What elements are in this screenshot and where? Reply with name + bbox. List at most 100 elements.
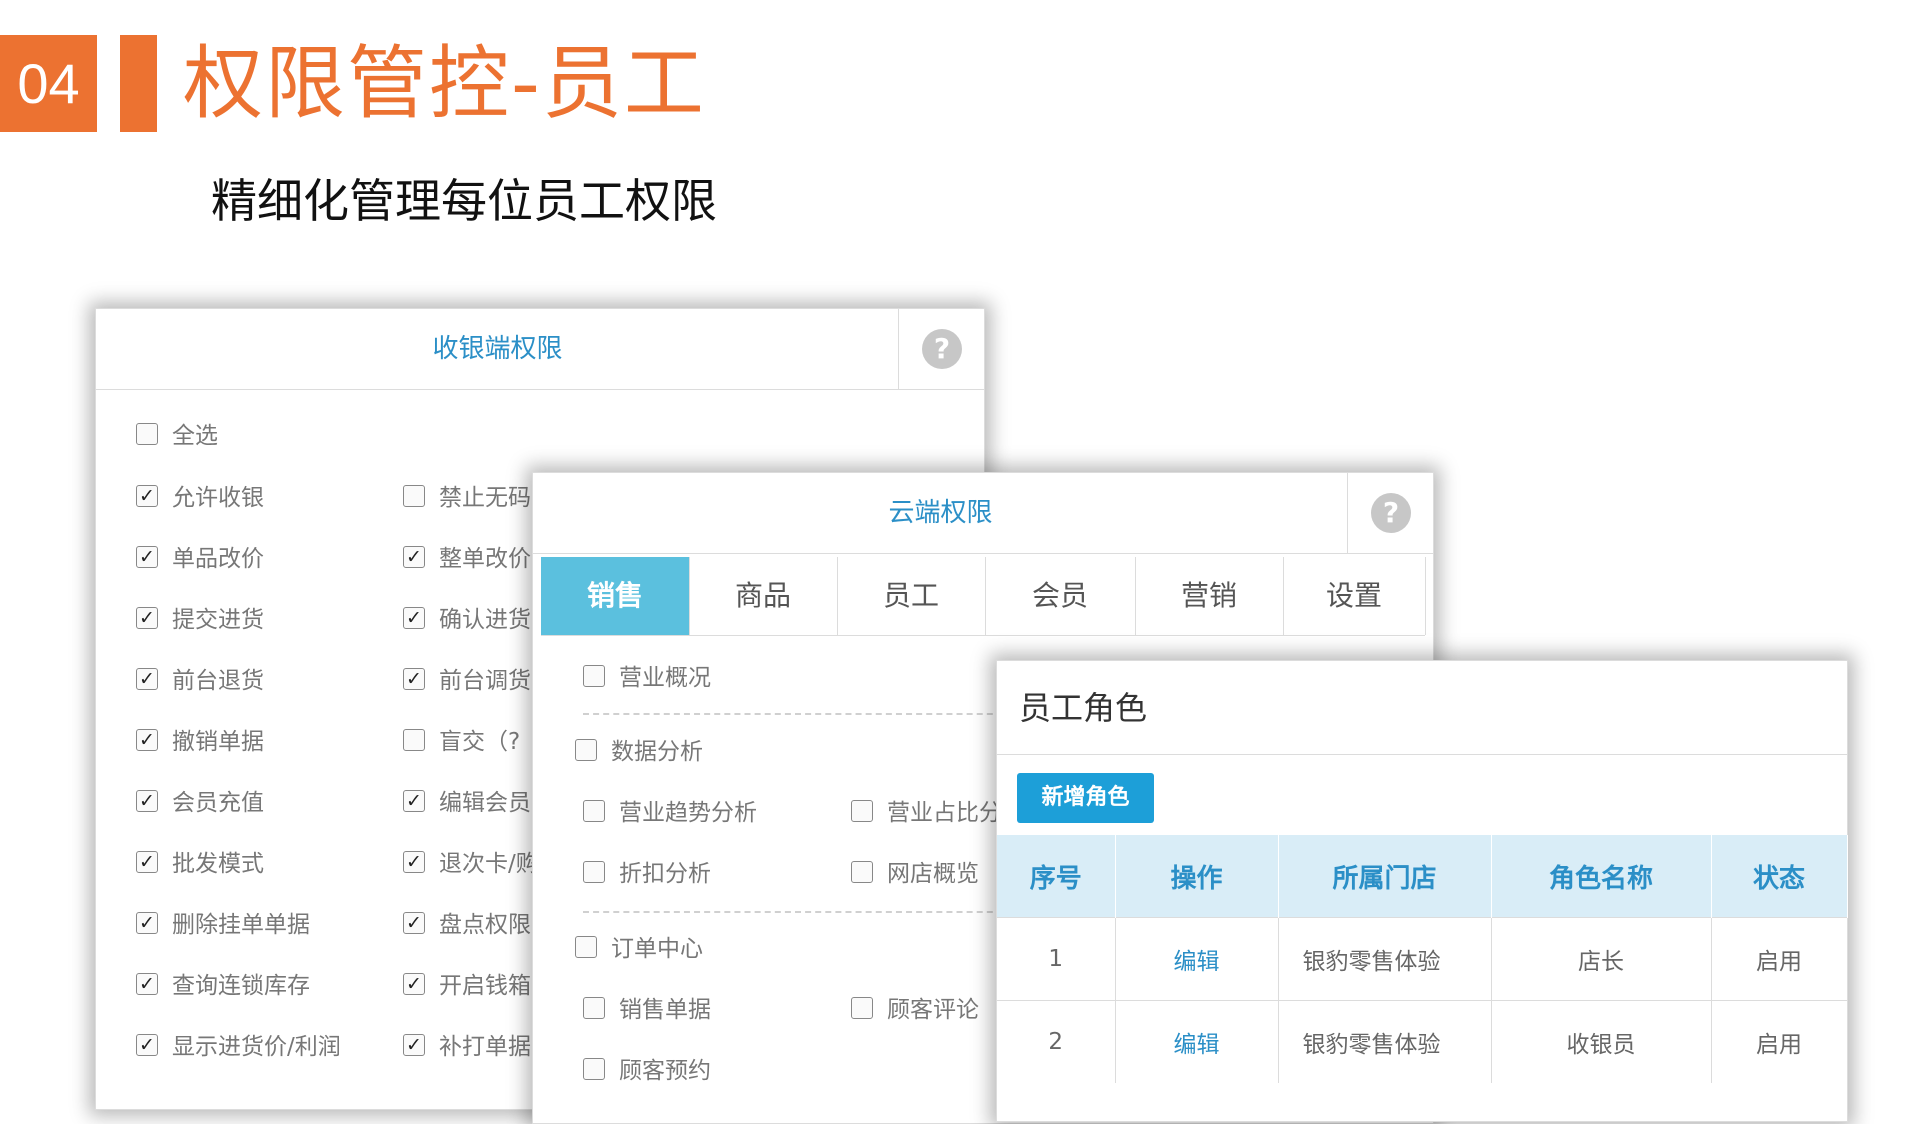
- checkbox-label: 查询连锁库存: [172, 973, 310, 999]
- checkbox-permission[interactable]: ✓ 确认进货: [403, 603, 531, 637]
- checkbox-checked-icon[interactable]: ✓: [403, 545, 425, 568]
- checkbox-permission[interactable]: ✓ 允许收银: [136, 481, 264, 515]
- checkbox-shop-overview[interactable]: 网店概览: [851, 857, 979, 891]
- checkbox-checked-icon[interactable]: ✓: [136, 850, 158, 873]
- cell-status: 启用: [1711, 917, 1848, 1001]
- checkbox-permission[interactable]: ✓ 前台调货: [403, 664, 531, 698]
- tab-1[interactable]: 商品: [689, 557, 838, 635]
- accent-bar: [120, 35, 157, 132]
- checkbox-label: 订单中心: [611, 936, 703, 962]
- checkbox-checked-icon[interactable]: ✓: [136, 911, 158, 934]
- checkbox-icon[interactable]: [583, 799, 605, 822]
- checkbox-permission[interactable]: ✓ 补打单据: [403, 1030, 531, 1064]
- edit-link[interactable]: 编辑: [1115, 1000, 1279, 1083]
- checkbox-permission[interactable]: ✓ 会员充值: [136, 786, 264, 820]
- checkbox-label: 折扣分析: [619, 861, 711, 887]
- help-icon[interactable]: ?: [922, 329, 962, 369]
- checkbox-permission[interactable]: ✓ 退次卡/购: [403, 847, 539, 881]
- checkbox-permission[interactable]: ✓ 提交进货: [136, 603, 264, 637]
- tab-4[interactable]: 营销: [1135, 557, 1284, 635]
- checkbox-label: 盲交（?: [439, 729, 521, 755]
- checkbox-checked-icon[interactable]: ✓: [403, 972, 425, 995]
- cloud-panel-header: 云端权限 ?: [533, 473, 1433, 554]
- tab-3[interactable]: 会员: [985, 557, 1136, 635]
- checkbox-icon[interactable]: [583, 664, 605, 687]
- checkbox-checked-icon[interactable]: ✓: [136, 728, 158, 751]
- checkbox-permission[interactable]: ✓ 单品改价: [136, 542, 264, 576]
- checkbox-permission[interactable]: 盲交（?: [403, 725, 520, 759]
- checkbox-icon[interactable]: [851, 996, 873, 1019]
- checkbox-data-analysis[interactable]: 数据分析: [575, 735, 703, 769]
- checkbox-icon[interactable]: [403, 728, 425, 751]
- checkbox-overview[interactable]: 营业概况: [583, 661, 711, 695]
- checkbox-label: 批发模式: [172, 851, 264, 877]
- checkbox-permission[interactable]: ✓ 显示进货价/利润: [136, 1030, 341, 1064]
- checkbox-label: 允许收银: [172, 485, 264, 511]
- checkbox-label: 开启钱箱: [439, 973, 531, 999]
- checkbox-revenue-ratio[interactable]: 营业占比分: [851, 796, 1002, 830]
- checkbox-icon[interactable]: [575, 935, 597, 958]
- add-role-button[interactable]: 新增角色: [1017, 773, 1154, 823]
- checkbox-icon[interactable]: [851, 860, 873, 883]
- checkbox-icon[interactable]: [583, 996, 605, 1019]
- checkbox-select-all[interactable]: 全选: [136, 419, 218, 453]
- checkbox-icon[interactable]: [583, 1057, 605, 1080]
- tab-2[interactable]: 员工: [837, 557, 986, 635]
- checkbox-icon[interactable]: [403, 484, 425, 507]
- checkbox-icon[interactable]: [851, 799, 873, 822]
- checkbox-checked-icon[interactable]: ✓: [136, 789, 158, 812]
- checkbox-permission[interactable]: ✓ 批发模式: [136, 847, 264, 881]
- checkbox-permission[interactable]: ✓ 撤销单据: [136, 725, 264, 759]
- cloud-tab-bar: 销售 商品 员工 会员 营销 设置: [541, 557, 1426, 636]
- checkbox-checked-icon[interactable]: ✓: [403, 911, 425, 934]
- checkbox-discount-analysis[interactable]: 折扣分析: [583, 857, 711, 891]
- checkbox-customer-reviews[interactable]: 顾客评论: [851, 993, 979, 1027]
- checkbox-label: 删除挂单单据: [172, 912, 310, 938]
- checkbox-checked-icon[interactable]: ✓: [136, 545, 158, 568]
- cloud-help-area[interactable]: ?: [1347, 473, 1433, 553]
- roles-panel-title: 员工角色: [1019, 689, 1148, 727]
- checkbox-checked-icon[interactable]: ✓: [403, 850, 425, 873]
- checkbox-permission[interactable]: ✓ 开启钱箱: [403, 969, 531, 1003]
- checkbox-checked-icon[interactable]: ✓: [136, 972, 158, 995]
- cashier-help-area[interactable]: ?: [898, 309, 984, 389]
- tab-0[interactable]: 销售: [541, 557, 690, 635]
- checkbox-label: 撤销单据: [172, 729, 264, 755]
- checkbox-permission[interactable]: ✓ 删除挂单单据: [136, 908, 310, 942]
- column-header-role-name: 角色名称: [1491, 835, 1712, 918]
- checkbox-sales-documents[interactable]: 销售单据: [583, 993, 711, 1027]
- checkbox-permission[interactable]: ✓ 整单改价: [403, 542, 531, 576]
- checkbox-icon[interactable]: [575, 738, 597, 761]
- checkbox-label: 单品改价: [172, 546, 264, 572]
- checkbox-permission[interactable]: ✓ 前台退货: [136, 664, 264, 698]
- checkbox-checked-icon[interactable]: ✓: [136, 667, 158, 690]
- checkbox-checked-icon[interactable]: ✓: [136, 1033, 158, 1056]
- table-row: 2 编辑 银豹零售体验 收银员 启用: [997, 1000, 1848, 1083]
- checkbox-checked-icon[interactable]: ✓: [136, 484, 158, 507]
- cell-number: 2: [997, 1000, 1116, 1083]
- checkbox-permission[interactable]: ✓ 编辑会员: [403, 786, 531, 820]
- checkbox-icon[interactable]: [583, 860, 605, 883]
- cell-store: 银豹零售体验: [1278, 1000, 1492, 1083]
- checkbox-trend-analysis[interactable]: 营业趋势分析: [583, 796, 757, 830]
- checkbox-checked-icon[interactable]: ✓: [403, 789, 425, 812]
- checkbox-checked-icon[interactable]: ✓: [403, 1033, 425, 1056]
- edit-link[interactable]: 编辑: [1115, 917, 1279, 1001]
- checkbox-label: 前台调货: [439, 668, 531, 694]
- tab-5[interactable]: 设置: [1283, 557, 1426, 635]
- help-icon[interactable]: ?: [1371, 493, 1411, 533]
- checkbox-icon[interactable]: [136, 422, 158, 445]
- column-header-status: 状态: [1711, 835, 1848, 918]
- checkbox-permission[interactable]: ✓ 查询连锁库存: [136, 969, 310, 1003]
- cell-status: 启用: [1711, 1000, 1848, 1083]
- checkbox-label: 顾客预约: [619, 1058, 711, 1084]
- checkbox-checked-icon[interactable]: ✓: [403, 667, 425, 690]
- cloud-panel-title: 云端权限: [888, 498, 993, 528]
- checkbox-permission[interactable]: 禁止无码: [403, 481, 531, 515]
- checkbox-checked-icon[interactable]: ✓: [403, 606, 425, 629]
- checkbox-customer-booking[interactable]: 顾客预约: [583, 1054, 711, 1088]
- checkbox-order-center[interactable]: 订单中心: [575, 932, 703, 966]
- checkbox-permission[interactable]: ✓ 盘点权限: [403, 908, 531, 942]
- employee-roles-panel: 员工角色 新增角色 序号 操作 所属门店 角色名称 状态 1 编辑 银豹零售体验…: [996, 660, 1848, 1122]
- checkbox-checked-icon[interactable]: ✓: [136, 606, 158, 629]
